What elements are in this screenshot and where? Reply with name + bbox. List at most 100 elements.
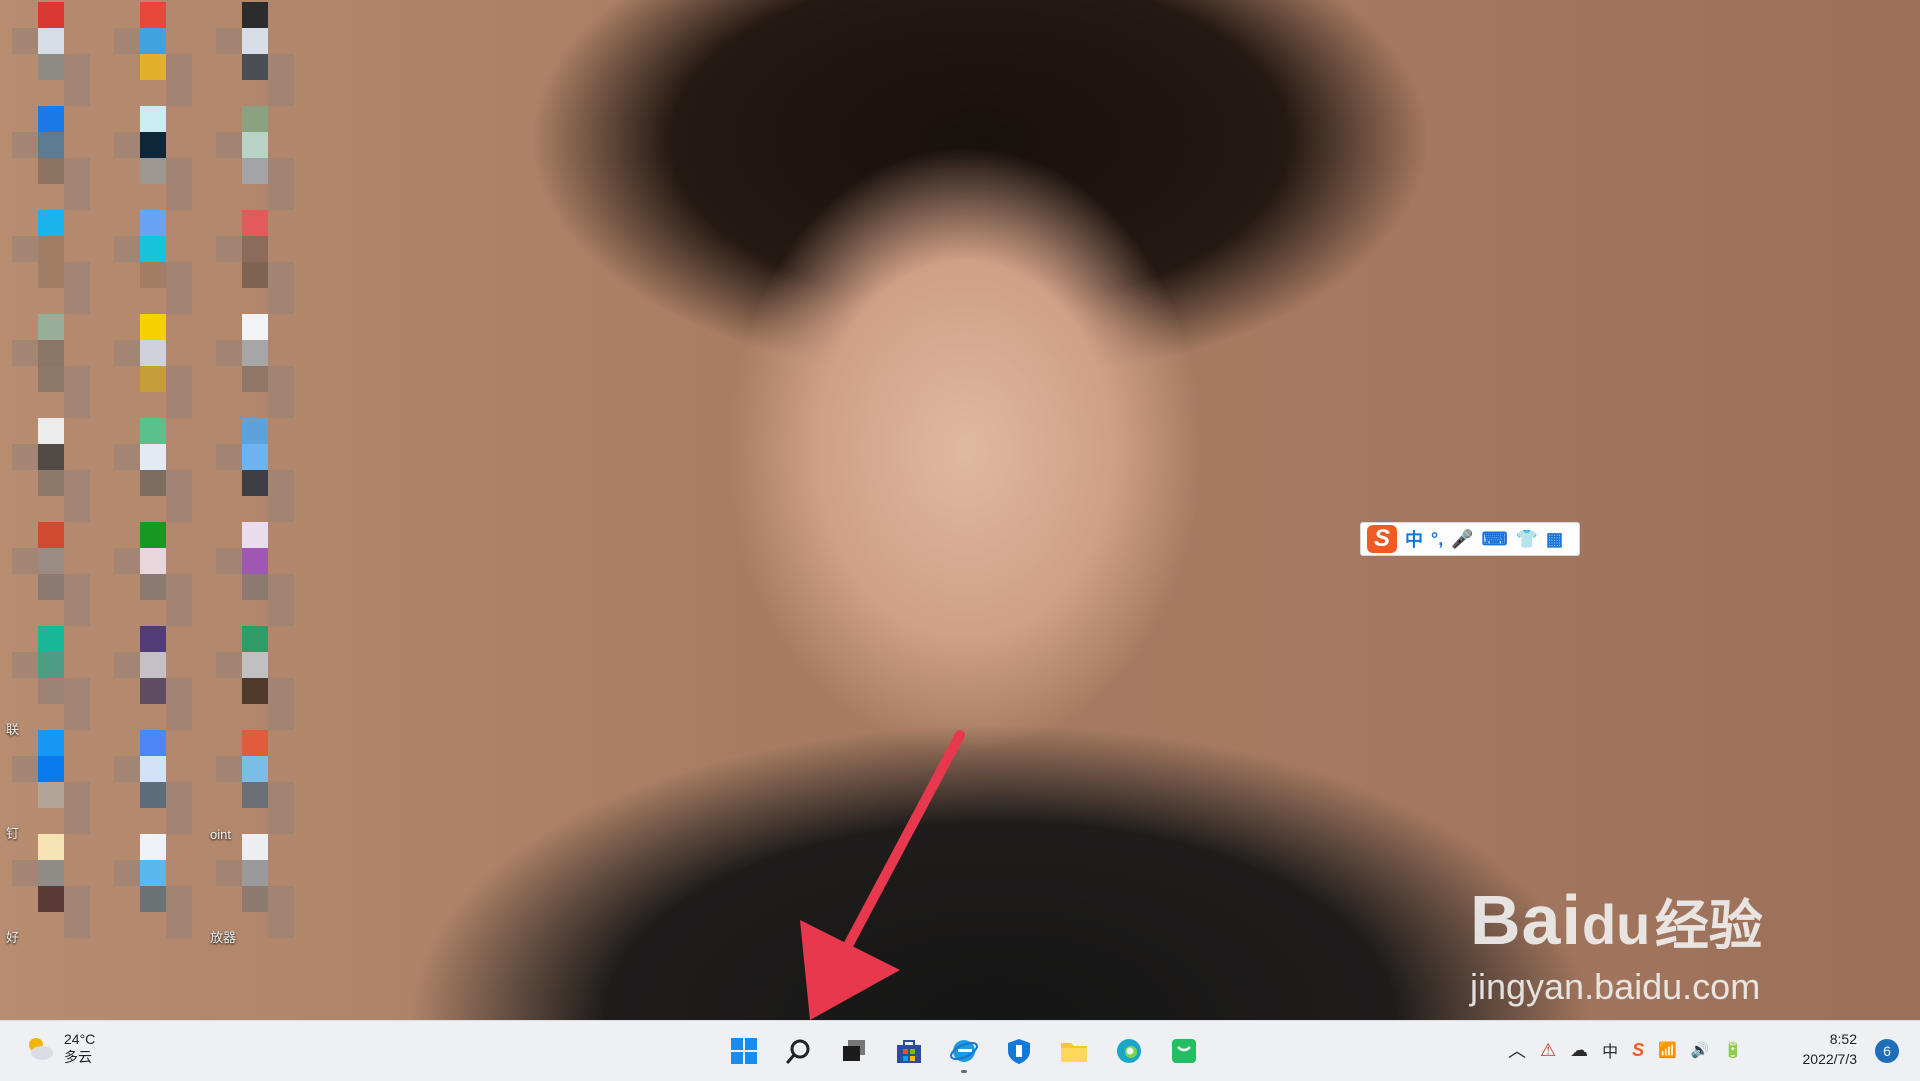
chat-icon <box>1172 1039 1196 1063</box>
desktop-icon[interactable]: 联 <box>6 626 90 737</box>
icon-pixel <box>12 444 38 470</box>
icon-pixel <box>216 548 242 574</box>
shield-icon <box>1008 1039 1030 1064</box>
weather-description: 多云 <box>64 1049 92 1065</box>
desktop-icon[interactable] <box>216 418 294 522</box>
desktop-icon[interactable]: 钉 <box>6 730 90 841</box>
desktop-icon[interactable] <box>12 210 90 314</box>
icon-pixel <box>242 54 268 80</box>
toolbox-icon[interactable]: ▦ <box>1546 529 1563 550</box>
volume-icon[interactable]: 🔊 <box>1691 1041 1710 1059</box>
task-view-icon <box>843 1040 865 1061</box>
edge-button[interactable] <box>1107 1029 1151 1073</box>
icon-pixel <box>166 392 192 418</box>
red-arrow-annotation <box>800 730 965 1020</box>
icon-pixel <box>38 132 64 158</box>
ie-button[interactable] <box>942 1029 986 1073</box>
desktop-icon[interactable]: 放器 <box>210 834 294 945</box>
icon-pixel <box>38 730 64 756</box>
weather-widget[interactable]: 24°C 多云 <box>24 1031 95 1067</box>
icon-pixel <box>242 652 268 678</box>
desktop-icon[interactable] <box>216 2 294 106</box>
icon-pixel <box>38 860 64 886</box>
icon-pixel <box>38 886 64 912</box>
icon-pixel <box>64 80 90 106</box>
chevron-up-icon[interactable]: ︿ <box>1508 1037 1526 1063</box>
battery-icon[interactable]: 🔋 <box>1724 1041 1743 1059</box>
wifi-icon[interactable]: 📶 <box>1658 1041 1677 1059</box>
icon-pixel <box>140 652 166 678</box>
icon-pixel <box>38 652 64 678</box>
icon-pixel <box>242 418 268 444</box>
icon-pixel <box>166 496 192 522</box>
icon-pixel <box>166 288 192 314</box>
icon-pixel <box>242 548 268 574</box>
icon-pixel <box>38 522 64 548</box>
icon-pixel <box>38 782 64 808</box>
store-button[interactable] <box>887 1029 931 1073</box>
green-app-button[interactable] <box>1162 1029 1206 1073</box>
desktop-icon[interactable] <box>216 210 294 314</box>
icon-pixel <box>216 756 242 782</box>
ime-indicator[interactable]: 中 <box>1602 1038 1618 1062</box>
desktop-icon[interactable] <box>114 418 192 522</box>
task-view-button[interactable] <box>832 1029 876 1073</box>
icon-pixel <box>64 184 90 210</box>
desktop-icon[interactable] <box>12 418 90 522</box>
cloud-icon[interactable]: ☁ <box>1570 1040 1588 1061</box>
clock[interactable]: 8:52 2022/7/3 <box>1797 1031 1858 1067</box>
desktop-icon[interactable] <box>114 626 192 730</box>
desktop-icon-label: 放器 <box>210 930 237 945</box>
icon-pixel <box>64 54 90 80</box>
notification-badge[interactable]: 6 <box>1875 1039 1899 1063</box>
desktop-icon[interactable] <box>114 314 192 418</box>
skin-icon[interactable]: 👕 <box>1516 529 1538 550</box>
icon-pixel <box>166 366 192 392</box>
desktop-icon[interactable] <box>114 210 192 314</box>
desktop-icon-label: 好 <box>6 930 20 945</box>
icon-pixel <box>242 860 268 886</box>
desktop-icon[interactable] <box>12 106 90 210</box>
watermark-url: jingyan.baidu.com <box>1470 966 1761 1007</box>
clock-time: 8:52 <box>1829 1031 1857 1047</box>
icon-pixel <box>242 470 268 496</box>
icon-pixel <box>216 860 242 886</box>
icon-pixel <box>38 106 64 132</box>
keyboard-icon[interactable]: ⌨ <box>1482 529 1508 550</box>
search-button[interactable] <box>777 1029 821 1073</box>
desktop-icon[interactable]: oint <box>210 730 294 842</box>
start-button[interactable] <box>722 1029 766 1073</box>
sogou-tray-icon[interactable]: S <box>1632 1040 1644 1061</box>
ime-toolbar[interactable]: S 中 °, 🎤 ⌨ 👕 ▦ <box>1360 522 1580 556</box>
sogou-logo-icon[interactable]: S <box>1367 525 1397 553</box>
defender-button[interactable] <box>997 1029 1041 1073</box>
desktop-icon[interactable] <box>216 522 294 626</box>
desktop-icon[interactable] <box>114 106 192 210</box>
desktop-icon[interactable] <box>114 2 192 106</box>
desktop-icon[interactable] <box>114 730 192 834</box>
desktop-icon[interactable] <box>216 314 294 418</box>
desktop-icon[interactable] <box>12 2 90 106</box>
desktop-icon[interactable] <box>216 106 294 210</box>
icon-pixel <box>140 834 166 860</box>
ime-chinese-mode[interactable]: 中 <box>1405 526 1423 552</box>
icon-pixel <box>140 730 166 756</box>
desktop-icon[interactable] <box>216 626 294 730</box>
ime-punctuation[interactable]: °, <box>1431 529 1443 550</box>
icon-pixel <box>166 704 192 730</box>
icon-pixel <box>38 28 64 54</box>
desktop-icon[interactable] <box>114 834 192 938</box>
desktop-icon[interactable]: 好 <box>6 834 90 945</box>
icon-pixel <box>114 28 140 54</box>
network-alert-icon[interactable]: ⚠ <box>1540 1040 1556 1061</box>
icon-pixel <box>38 548 64 574</box>
desktop-icon[interactable] <box>114 522 192 626</box>
microphone-icon[interactable]: 🎤 <box>1451 529 1473 550</box>
desktop-icon[interactable] <box>12 314 90 418</box>
icon-pixel <box>166 574 192 600</box>
desktop-icon-grid: 联钉 oint 好 放器 <box>0 0 300 1020</box>
desktop-icon[interactable] <box>12 522 90 626</box>
icon-pixel <box>140 756 166 782</box>
icon-pixel <box>242 834 268 860</box>
file-explorer-button[interactable] <box>1052 1029 1096 1073</box>
